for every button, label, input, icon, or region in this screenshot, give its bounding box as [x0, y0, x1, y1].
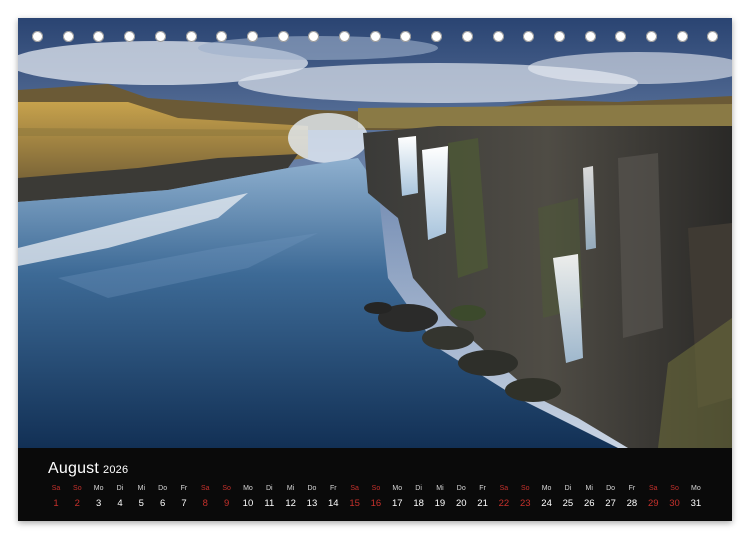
weekday-label: Fr [329, 485, 337, 492]
binding-ring-icon [431, 31, 443, 42]
binding-ring-icon [461, 31, 473, 42]
weekday-label: So [73, 485, 82, 492]
day-number: 6 [159, 498, 166, 509]
day-number: 7 [181, 498, 187, 509]
weekday-label: Sa [350, 485, 359, 492]
binding-ring-icon [185, 31, 197, 42]
weekday-label: Do [456, 485, 466, 492]
binding-ring-icon [93, 31, 105, 42]
calendar-strip: August 2026 Sa 1 So 2 Mo 3 Di 4 Mi 5 Do 6 Fr 7 Sa 8 So 9 Mo… [18, 448, 732, 521]
day-number: 15 [349, 498, 360, 509]
weekday-label: Mo [691, 485, 701, 492]
binding-ring-icon [523, 31, 535, 42]
binding-ring-icon [62, 31, 74, 42]
binding-ring-icon [707, 31, 719, 42]
day-number: 8 [202, 498, 208, 509]
spiral-binding [18, 31, 732, 47]
binding-ring-icon [246, 31, 258, 42]
weekday-label: Mo [243, 485, 253, 492]
binding-ring-icon [676, 31, 688, 42]
day-number: 2 [74, 498, 80, 509]
weekday-label: Mo [93, 485, 104, 492]
day-number: 12 [285, 498, 296, 509]
day-number: 3 [96, 498, 102, 509]
day-number: 20 [455, 498, 467, 509]
weekday-label: Fr [479, 485, 486, 492]
day-number: 22 [498, 498, 510, 509]
weekday-label: Fr [180, 485, 188, 492]
day-grid: Sa 1 So 2 Mo 3 Di 4 Mi 5 Do 6 Fr 7 Sa 8 So 9 Mo 10 Di 11 Mi 12 D… [45, 485, 705, 515]
weekday-label: Mi [436, 485, 444, 492]
binding-ring-icon [124, 31, 136, 42]
binding-ring-icon [154, 31, 166, 42]
day-number: 29 [647, 498, 659, 509]
binding-ring-icon [553, 31, 565, 42]
binding-ring-icon [584, 31, 596, 42]
binding-ring-icon [308, 31, 320, 42]
year-label: 2026 [103, 464, 129, 476]
day-number: 27 [605, 498, 616, 509]
month-heading: August 2026 [48, 460, 128, 478]
weekday-label: Di [564, 485, 572, 492]
binding-ring-icon [646, 31, 657, 42]
day-number: 31 [690, 498, 702, 509]
weekday-label: Di [116, 485, 124, 492]
weekday-label: So [371, 485, 381, 492]
day-number: 23 [519, 498, 531, 509]
weekday-label: So [222, 485, 231, 492]
weekday-label: Di [415, 485, 422, 492]
weekday-label: Sa [51, 485, 61, 492]
weekday-label: So [520, 485, 530, 492]
day-number: 25 [562, 498, 574, 509]
weekday-label: Do [307, 485, 317, 492]
weekday-label: Mi [286, 485, 295, 492]
day-number: 4 [117, 498, 123, 509]
day-number: 24 [541, 498, 552, 509]
day-number: 17 [391, 498, 403, 509]
binding-ring-icon [369, 31, 381, 42]
weekday-label: Di [265, 485, 273, 492]
day-number: 21 [477, 498, 488, 509]
weekday-label: Mi [137, 485, 145, 492]
day-number: 9 [223, 498, 230, 509]
day-number: 11 [264, 498, 275, 509]
weekday-label: Mo [541, 485, 552, 492]
binding-ring-icon [400, 31, 412, 42]
weekday-label: Sa [201, 485, 210, 492]
month-name: August [48, 460, 100, 477]
weekday-label: Sa [499, 485, 509, 492]
day-number: 5 [138, 498, 144, 509]
weekday-label: Mi [585, 485, 593, 492]
day-number: 10 [242, 498, 254, 509]
binding-ring-icon [339, 31, 350, 42]
day-number: 14 [327, 498, 339, 509]
day-number: 26 [583, 498, 595, 509]
weekday-label: Fr [628, 485, 636, 492]
weekday-label: Mo [392, 485, 403, 492]
day-number: 28 [626, 498, 638, 509]
binding-ring-icon [615, 31, 627, 42]
binding-ring-icon [492, 31, 504, 42]
day-number: 30 [669, 498, 680, 509]
day-number: 19 [434, 498, 446, 509]
binding-ring-icon [277, 31, 289, 42]
day-number: 13 [306, 498, 318, 509]
binding-ring-icon [216, 31, 228, 42]
weekday-label: So [670, 485, 679, 492]
landscape-photo [18, 18, 732, 448]
calendar-page: August 2026 Sa 1 So 2 Mo 3 Di 4 Mi 5 Do 6 Fr 7 Sa 8 So 9 Mo… [18, 18, 732, 521]
day-number: 1 [53, 498, 59, 509]
weekday-label: Sa [648, 485, 658, 492]
binding-ring-icon [32, 31, 43, 42]
day-number: 18 [413, 498, 424, 509]
weekday-label: Do [158, 485, 168, 492]
day-number: 16 [370, 498, 382, 509]
weekday-label: Do [606, 485, 616, 492]
